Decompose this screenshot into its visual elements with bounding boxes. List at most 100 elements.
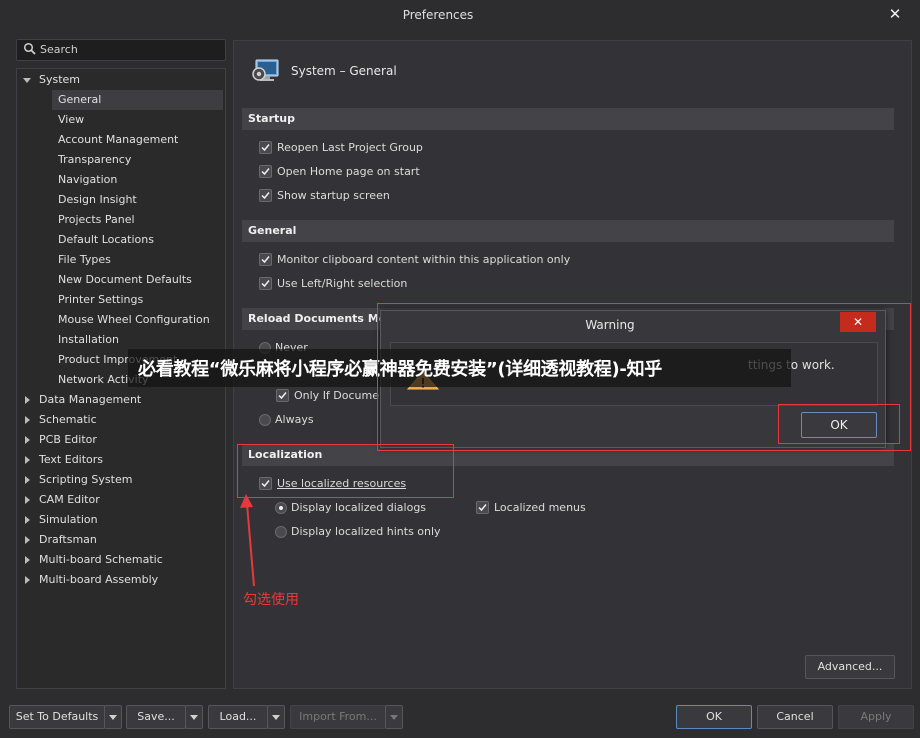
- system-general-icon: [252, 59, 279, 81]
- tree-item-label: System: [39, 73, 81, 86]
- tree-item-label: Draftsman: [39, 533, 97, 546]
- expand-icon[interactable]: [25, 476, 30, 484]
- tree-item-cam-editor[interactable]: CAM Editor: [25, 490, 223, 510]
- expand-icon[interactable]: [25, 576, 30, 584]
- import-from-button[interactable]: Import From...: [290, 705, 386, 729]
- section-title: Startup: [248, 112, 295, 125]
- tree-item-default-locations[interactable]: Default Locations: [52, 230, 223, 250]
- tree-item-label: View: [58, 113, 85, 126]
- tree-item-projects-panel[interactable]: Projects Panel: [52, 210, 223, 230]
- expand-icon[interactable]: [25, 416, 30, 424]
- tree-item-label: Projects Panel: [58, 213, 135, 226]
- checkbox-label: Localized menus: [494, 501, 586, 514]
- set-to-defaults-dropdown[interactable]: [104, 705, 122, 729]
- tree-item-label: Installation: [58, 333, 119, 346]
- tree-item-label: Transparency: [58, 153, 132, 166]
- tree-item-label: Scripting System: [39, 473, 133, 486]
- annotation-box-ok: [778, 404, 900, 444]
- tree-item-multi-board-schematic[interactable]: Multi-board Schematic: [25, 550, 223, 570]
- expand-icon[interactable]: [25, 536, 30, 544]
- tree-item-label: Mouse Wheel Configuration: [58, 313, 210, 326]
- annotation-arrow: [240, 494, 255, 587]
- save-dropdown[interactable]: [185, 705, 203, 729]
- expand-icon[interactable]: [25, 456, 30, 464]
- ok-button[interactable]: OK: [676, 705, 752, 729]
- tree-item-design-insight[interactable]: Design Insight: [52, 190, 223, 210]
- collapse-icon[interactable]: [23, 78, 31, 83]
- tree-item-label: Navigation: [58, 173, 118, 186]
- annotation-text: 勾选使用: [243, 592, 299, 608]
- tree-item-navigation[interactable]: Navigation: [52, 170, 223, 190]
- startup-section-header: Startup: [242, 108, 894, 130]
- expand-icon[interactable]: [25, 436, 30, 444]
- tree-item-label: Data Management: [39, 393, 142, 406]
- tree-item-label: Simulation: [39, 513, 98, 526]
- tree-item-mouse-wheel-configuration[interactable]: Mouse Wheel Configuration: [52, 310, 223, 330]
- tree-item-system[interactable]: System: [23, 70, 223, 90]
- tree-item-label: General: [58, 93, 102, 106]
- tree-item-label: CAM Editor: [39, 493, 100, 506]
- tree-item-transparency[interactable]: Transparency: [52, 150, 223, 170]
- checkbox-label: Open Home page on start: [277, 165, 420, 178]
- tree-item-label: Schematic: [39, 413, 97, 426]
- apply-button[interactable]: Apply: [838, 705, 914, 729]
- annotation-box-localization: [237, 444, 454, 498]
- tree-item-schematic[interactable]: Schematic: [25, 410, 223, 430]
- load-dropdown[interactable]: [267, 705, 285, 729]
- tree-item-installation[interactable]: Installation: [52, 330, 223, 350]
- tree-item-file-types[interactable]: File Types: [52, 250, 223, 270]
- tree-item-multi-board-assembly[interactable]: Multi-board Assembly: [25, 570, 223, 590]
- tree-item-text-editors[interactable]: Text Editors: [25, 450, 223, 470]
- search-icon: [23, 42, 36, 55]
- window-title: Preferences: [402, 8, 474, 22]
- tree-item-general[interactable]: General: [52, 90, 223, 110]
- tree-item-label: Multi-board Schematic: [39, 553, 163, 566]
- tree-item-data-management[interactable]: Data Management: [25, 390, 223, 410]
- checkbox[interactable]: [476, 501, 489, 514]
- checkbox[interactable]: [276, 389, 289, 402]
- checkbox[interactable]: [259, 165, 272, 178]
- tree-item-label: Text Editors: [39, 453, 104, 466]
- checkbox-label: Reopen Last Project Group: [277, 141, 423, 154]
- expand-icon[interactable]: [25, 556, 30, 564]
- tree-item-simulation[interactable]: Simulation: [25, 510, 223, 530]
- tree-item-view[interactable]: View: [52, 110, 223, 130]
- radio-label: Display localized dialogs: [291, 501, 427, 514]
- tree-item-label: Default Locations: [58, 233, 154, 246]
- general-section-header: General: [242, 220, 894, 242]
- tree-item-label: Design Insight: [58, 193, 137, 206]
- load-button[interactable]: Load...: [208, 705, 268, 729]
- tree-item-label: New Document Defaults: [58, 273, 192, 286]
- expand-icon[interactable]: [25, 396, 30, 404]
- tree-item-scripting-system[interactable]: Scripting System: [25, 470, 223, 490]
- checkbox-label: Use Left/Right selection: [277, 277, 408, 290]
- tree-item-label: Account Management: [58, 133, 179, 146]
- search-input[interactable]: [40, 42, 210, 56]
- save-button[interactable]: Save...: [126, 705, 186, 729]
- checkbox[interactable]: [259, 253, 272, 266]
- checkbox[interactable]: [259, 277, 272, 290]
- close-icon[interactable]: ✕: [885, 4, 905, 24]
- tree-item-pcb-editor[interactable]: PCB Editor: [25, 430, 223, 450]
- checkbox[interactable]: [259, 141, 272, 154]
- radio-label: Always: [275, 413, 314, 426]
- tree-item-draftsman[interactable]: Draftsman: [25, 530, 223, 550]
- radio-label: Display localized hints only: [291, 525, 441, 538]
- set-to-defaults-button[interactable]: Set To Defaults: [9, 705, 105, 729]
- section-title: General: [248, 224, 297, 237]
- expand-icon[interactable]: [25, 516, 30, 524]
- checkbox[interactable]: [259, 189, 272, 202]
- checkbox-label: Only If Document: [294, 389, 391, 402]
- expand-icon[interactable]: [25, 496, 30, 504]
- tree-item-account-management[interactable]: Account Management: [52, 130, 223, 150]
- tree-item-printer-settings[interactable]: Printer Settings: [52, 290, 223, 310]
- cancel-button[interactable]: Cancel: [757, 705, 833, 729]
- tree-item-new-document-defaults[interactable]: New Document Defaults: [52, 270, 223, 290]
- tree-item-label: Multi-board Assembly: [39, 573, 159, 586]
- checkbox-label: Show startup screen: [277, 189, 390, 202]
- checkbox-label: Monitor clipboard content within this ap…: [277, 253, 571, 266]
- tree-item-label: PCB Editor: [39, 433, 97, 446]
- import-from-dropdown[interactable]: [385, 705, 403, 729]
- panel-title: System – General: [291, 64, 397, 78]
- advanced-button[interactable]: Advanced...: [805, 655, 895, 679]
